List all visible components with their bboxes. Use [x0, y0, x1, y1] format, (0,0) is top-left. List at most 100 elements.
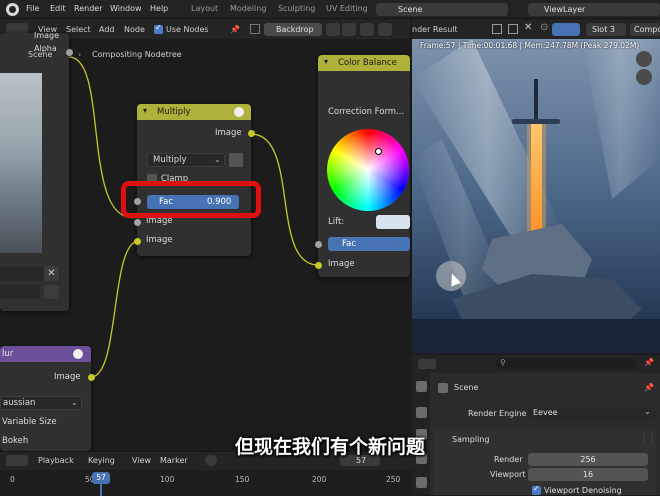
link-multiply-to-colorbalance [250, 133, 319, 266]
hand-pan-icon[interactable] [636, 69, 652, 85]
slot-dropdown[interactable]: Slot 3 [586, 23, 626, 36]
image-channel-icon[interactable] [229, 153, 243, 167]
blend-mode-dropdown[interactable]: Multiply ⌄ [147, 153, 225, 167]
pin-icon[interactable]: ⊙ [540, 22, 548, 33]
pin-icon[interactable]: 📌 [644, 383, 654, 392]
image-editor-header: nder Result ✕ ⊙ Slot 3 Compo [412, 19, 660, 39]
menu-add[interactable]: Add [99, 25, 115, 34]
color-balance-title: Color Balance [338, 58, 397, 68]
cb-image-socket[interactable] [315, 262, 322, 269]
close-icon[interactable]: ✕ [44, 266, 59, 281]
tab-uv-editing[interactable]: UV Editing [326, 4, 368, 13]
blend-mode-value: Multiply [153, 155, 187, 165]
multiply-node[interactable]: ▾ Multiply Image Multiply ⌄ Clamp Fac 0.… [134, 104, 255, 256]
color-balance-node[interactable]: ▾ Color Balance Correction Form... Lift:… [315, 55, 410, 277]
color-wheel[interactable] [327, 129, 409, 211]
editor-type-icon[interactable] [418, 359, 436, 369]
pin-icon[interactable]: 📌 [230, 25, 240, 34]
viewport-samples-field[interactable]: 16 [528, 468, 648, 481]
tick-0: 0 [10, 475, 15, 484]
scene-selector[interactable]: Scene [376, 3, 508, 16]
search-icon: ⚲ [500, 358, 506, 367]
backdrop-channel-a-icon[interactable] [326, 23, 340, 36]
render-icon[interactable] [416, 407, 427, 418]
image-source-dropdown[interactable] [0, 285, 40, 299]
breadcrumb-nodetree: Compositing Nodetree [92, 50, 182, 59]
menu-edit[interactable]: Edit [50, 4, 66, 13]
preview-sphere-icon[interactable] [234, 107, 244, 117]
node-editor-canvas[interactable]: Image Alpha ✕ Scene › Compositing Nodetr… [0, 31, 410, 451]
image-input-1-socket[interactable] [134, 219, 141, 226]
timeline-scrub-area[interactable] [0, 470, 412, 496]
highlight-box [121, 181, 261, 218]
scene-field: Scene [398, 5, 423, 14]
preview-sphere-icon[interactable] [73, 349, 83, 359]
color-picker-handle[interactable] [375, 148, 382, 155]
menu-file[interactable]: File [26, 4, 39, 13]
playhead[interactable]: 57 [92, 472, 110, 484]
chevron-down-icon: ⌄ [214, 155, 221, 164]
cb-fac-slider[interactable]: Fac [328, 237, 410, 251]
collapse-arrow-icon[interactable]: ▾ [324, 57, 328, 66]
tick-100: 100 [160, 475, 175, 484]
scene-label: Scene [454, 383, 479, 392]
render-engine-value: Eevee [533, 408, 558, 417]
copy-icon[interactable] [508, 24, 518, 34]
slot-value: Slot 3 [592, 25, 615, 34]
layer-icon[interactable] [250, 24, 260, 34]
top-menu-bar: File Edit Render Window Help Layout Mode… [0, 0, 660, 19]
viewport-denoise-checkbox[interactable] [532, 484, 541, 495]
multiply-output-socket[interactable] [248, 130, 255, 137]
multiply-output-label: Image [215, 128, 242, 138]
menu-window[interactable]: Window [110, 4, 142, 13]
close-icon[interactable]: ✕ [524, 22, 532, 33]
compo-value: Compo [634, 25, 660, 34]
backdrop-button[interactable]: Backdrop [264, 23, 322, 36]
shield-icon[interactable] [492, 24, 502, 34]
menu-render[interactable]: Render [74, 4, 102, 13]
frame-info: Frame:57 | Time:00:01.68 | Mem:247.78M (… [420, 41, 640, 50]
blur-node-header[interactable]: lur [0, 346, 91, 362]
backdrop-channel-c-icon[interactable] [360, 23, 374, 36]
layer-dropdown[interactable]: Compo [630, 23, 660, 36]
blur-output-label: Image [54, 372, 81, 382]
render-result-name[interactable]: nder Result [412, 25, 458, 34]
tab-layout[interactable]: Layout [191, 4, 218, 13]
display-mode-icon[interactable] [552, 23, 580, 36]
pin-icon[interactable]: 📌 [644, 358, 654, 367]
collapse-arrow-icon[interactable]: ▾ [143, 106, 147, 115]
scene-icon[interactable] [416, 477, 427, 488]
tab-sculpting[interactable]: Sculpting [278, 4, 315, 13]
backdrop-channel-d-icon[interactable] [378, 23, 392, 36]
cb-fac-socket[interactable] [315, 241, 322, 248]
tab-modeling[interactable]: Modeling [230, 4, 266, 13]
image-preview [0, 73, 42, 253]
backdrop-channel-b-icon[interactable] [342, 23, 356, 36]
image-node[interactable]: Image Alpha ✕ [0, 31, 73, 311]
scene-context-icon [438, 383, 448, 393]
blur-filter-value: aussian [3, 398, 36, 408]
lift-color-swatch[interactable] [376, 215, 410, 229]
tick-250: 250 [386, 475, 401, 484]
render-engine-dropdown[interactable]: Eevee ⌄ [528, 407, 656, 420]
render-result-image[interactable]: Frame:57 | Time:00:01.68 | Mem:247.78M (… [412, 39, 660, 353]
folder-icon[interactable] [44, 285, 59, 299]
menu-node[interactable]: Node [124, 25, 145, 34]
blur-filter-dropdown[interactable]: aussian ⌄ [0, 396, 82, 410]
blur-output-socket[interactable] [88, 374, 95, 381]
color-balance-header[interactable]: ▾ Color Balance [318, 55, 410, 71]
menu-help[interactable]: Help [150, 4, 168, 13]
blender-logo-icon[interactable] [6, 3, 19, 16]
use-nodes-checkbox[interactable] [154, 23, 163, 34]
properties-header: ⚲ 📌 [412, 355, 660, 373]
zoom-icon[interactable] [636, 51, 652, 67]
viewlayer-selector[interactable]: ViewLayer [528, 3, 660, 16]
chevron-down-icon: ⌄ [644, 407, 651, 416]
tool-icon[interactable] [416, 381, 427, 392]
correction-formula-label: Correction Form... [328, 107, 405, 117]
multiply-node-header[interactable]: ▾ Multiply [137, 104, 251, 120]
menu-select[interactable]: Select [66, 25, 91, 34]
chevron-right-icon: › [78, 50, 82, 59]
image-input-2-socket[interactable] [134, 238, 141, 245]
search-input[interactable]: ⚲ [496, 358, 636, 370]
